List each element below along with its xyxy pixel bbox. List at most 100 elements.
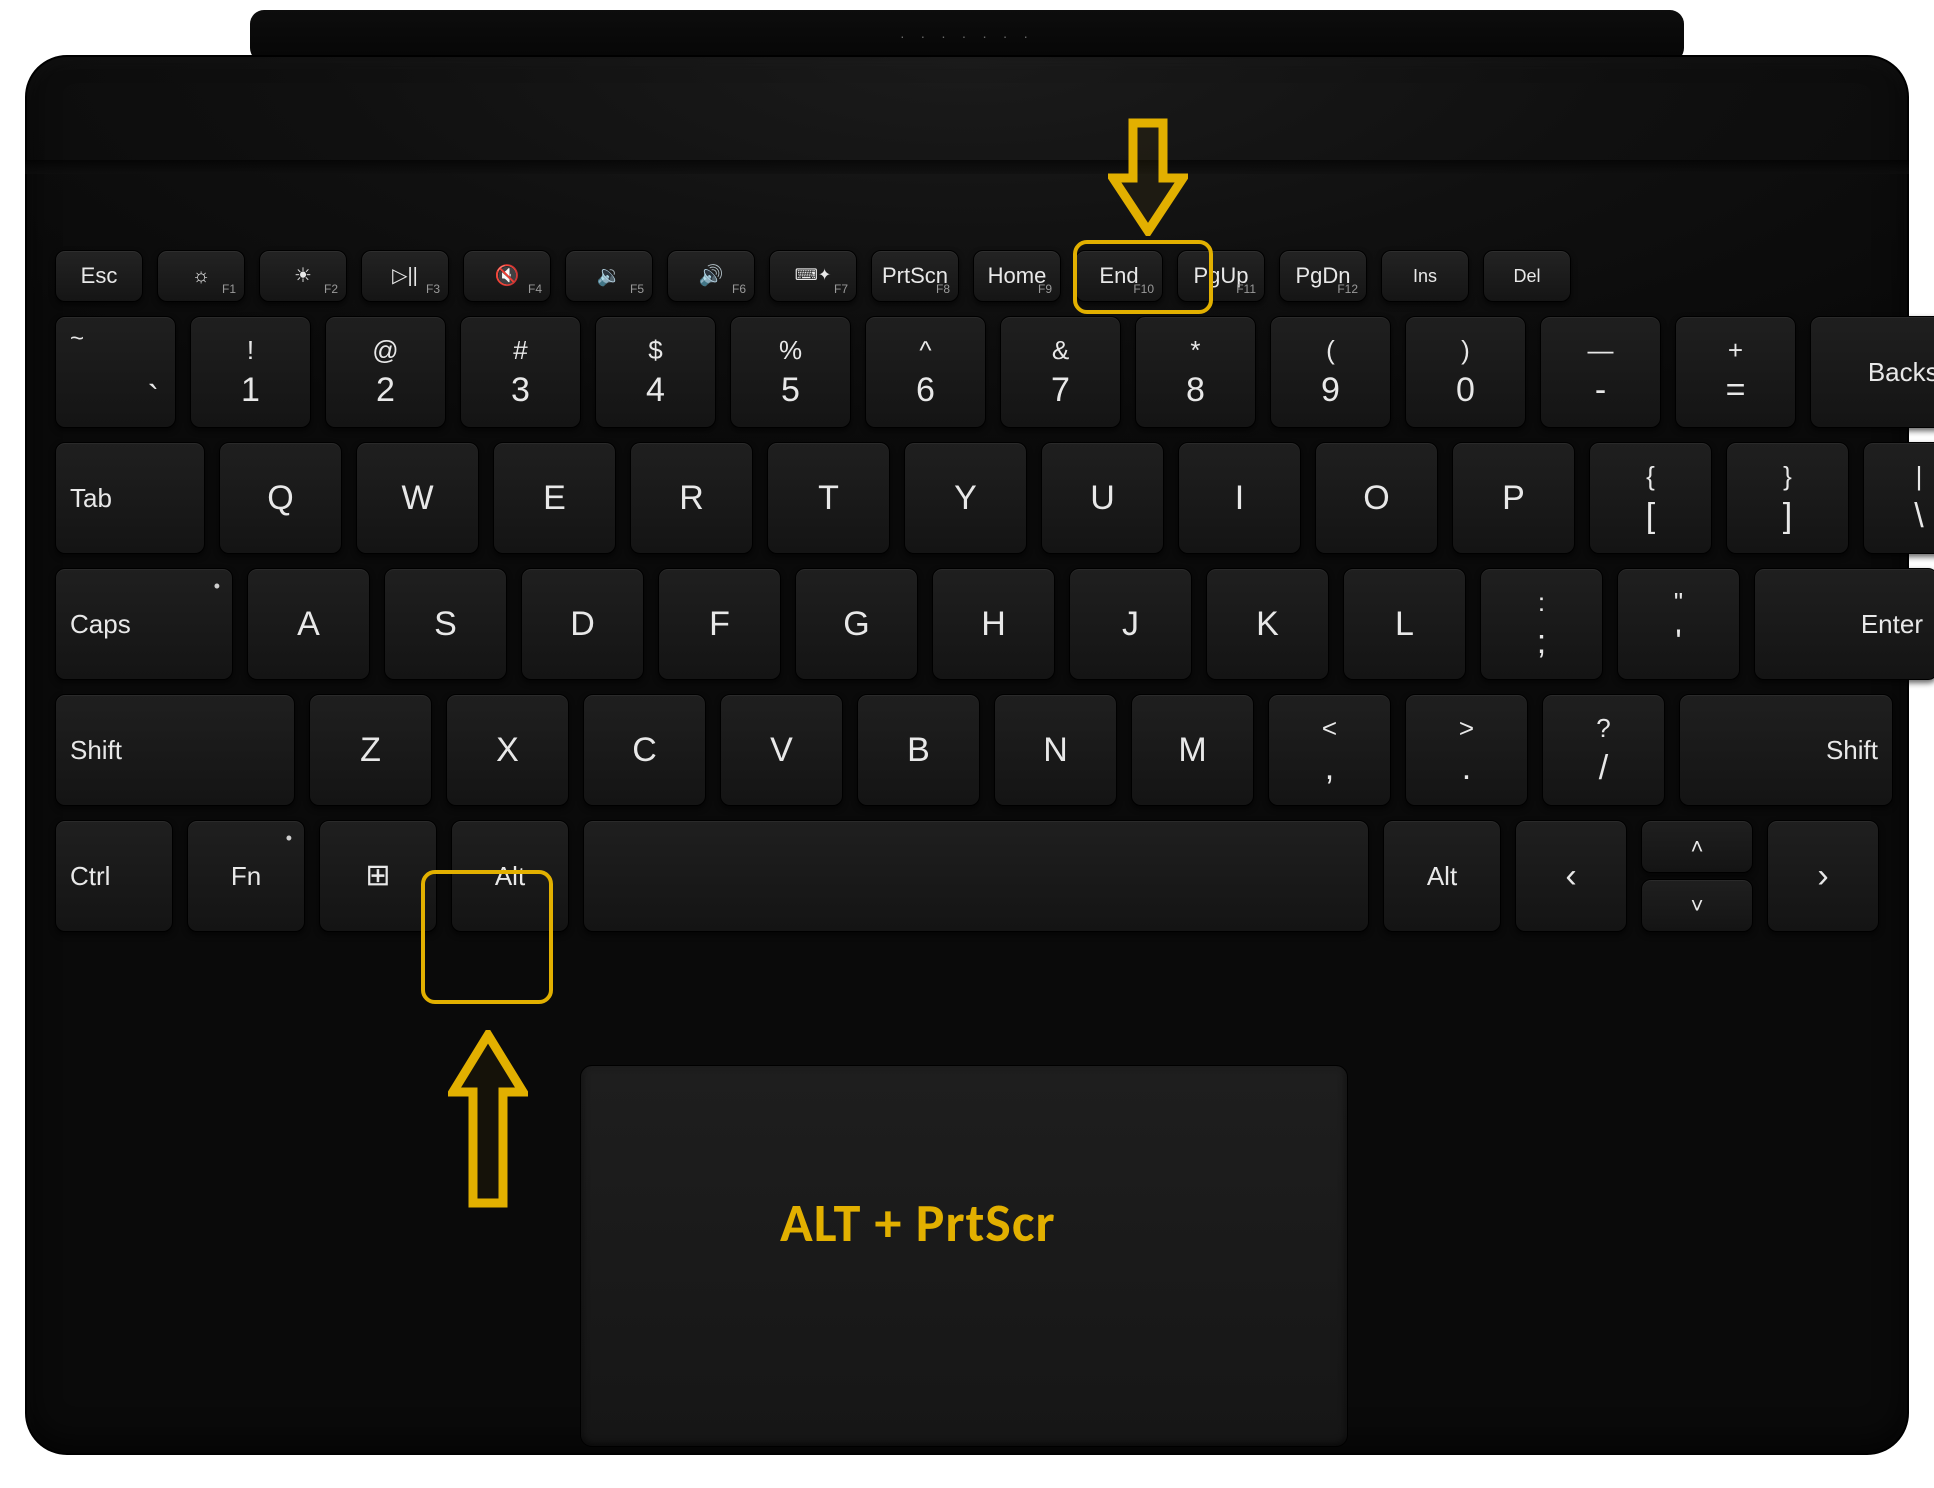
key-brightness-down[interactable]: ☼F1	[157, 250, 245, 302]
chevron-left-icon: ‹	[1565, 859, 1576, 893]
key-fn[interactable]: Fn•	[187, 820, 305, 932]
key-pgup[interactable]: PgUpF11	[1177, 250, 1265, 302]
key-1[interactable]: !1	[190, 316, 311, 428]
key-l[interactable]: L	[1343, 568, 1466, 680]
key-arrow-updown-stack: ˄ ˅	[1641, 820, 1753, 932]
key-alt-left[interactable]: Alt	[451, 820, 569, 932]
key-windows[interactable]: ⊞	[319, 820, 437, 932]
key-y[interactable]: Y	[904, 442, 1027, 554]
key-shift-right[interactable]: Shift	[1679, 694, 1893, 806]
keyboard-hinge-lip	[25, 160, 1909, 174]
key-a[interactable]: A	[247, 568, 370, 680]
key-3[interactable]: #3	[460, 316, 581, 428]
key-f[interactable]: F	[658, 568, 781, 680]
key-shift-left[interactable]: Shift	[55, 694, 295, 806]
key-backlight[interactable]: ⌨✦F7	[769, 250, 857, 302]
key-comma[interactable]: <,	[1268, 694, 1391, 806]
keyboard-keys: Esc ☼F1 ☀F2 ▷||F3 🔇F4 🔉F5 🔊F6 ⌨✦F7 PrtSc…	[55, 250, 1879, 932]
key-ins[interactable]: Ins	[1381, 250, 1469, 302]
key-7[interactable]: &7	[1000, 316, 1121, 428]
key-4[interactable]: $4	[595, 316, 716, 428]
key-brightness-up[interactable]: ☀F2	[259, 250, 347, 302]
key-volume-up[interactable]: 🔊F6	[667, 250, 755, 302]
key-play-pause[interactable]: ▷||F3	[361, 250, 449, 302]
key-end[interactable]: EndF10	[1075, 250, 1163, 302]
key-i[interactable]: I	[1178, 442, 1301, 554]
key-v[interactable]: V	[720, 694, 843, 806]
key-semicolon[interactable]: :;	[1480, 568, 1603, 680]
key-period[interactable]: >.	[1405, 694, 1528, 806]
key-bracket-open[interactable]: {[	[1589, 442, 1712, 554]
play-pause-icon: ▷||	[392, 266, 418, 286]
key-0[interactable]: )0	[1405, 316, 1526, 428]
row-numbers: ~` !1 @2 #3 $4 %5 ^6 &7 *8 (9 )0 —- += B…	[55, 316, 1879, 428]
key-m[interactable]: M	[1131, 694, 1254, 806]
annotation-caption: ALT + PrtScr	[780, 1190, 1056, 1256]
key-r[interactable]: R	[630, 442, 753, 554]
key-9[interactable]: (9	[1270, 316, 1391, 428]
key-backtick[interactable]: ~`	[55, 316, 176, 428]
key-arrow-down[interactable]: ˅	[1641, 879, 1753, 932]
key-6[interactable]: ^6	[865, 316, 986, 428]
key-ctrl[interactable]: Ctrl	[55, 820, 173, 932]
mute-icon: 🔇	[495, 266, 520, 286]
key-equals[interactable]: +=	[1675, 316, 1796, 428]
key-b[interactable]: B	[857, 694, 980, 806]
key-arrow-up[interactable]: ˄	[1641, 820, 1753, 873]
windows-logo-icon: ⊞	[365, 861, 390, 891]
key-w[interactable]: W	[356, 442, 479, 554]
key-s[interactable]: S	[384, 568, 507, 680]
volume-down-icon: 🔉	[597, 266, 622, 286]
key-pgdn[interactable]: PgDnF12	[1279, 250, 1367, 302]
key-e[interactable]: E	[493, 442, 616, 554]
key-enter[interactable]: Enter	[1754, 568, 1934, 680]
key-caps[interactable]: Caps•	[55, 568, 233, 680]
key-k[interactable]: K	[1206, 568, 1329, 680]
key-space[interactable]	[583, 820, 1369, 932]
chevron-up-icon: ˄	[1691, 836, 1704, 858]
key-8[interactable]: *8	[1135, 316, 1256, 428]
key-t[interactable]: T	[767, 442, 890, 554]
volume-up-icon: 🔊	[699, 266, 724, 286]
row-function: Esc ☼F1 ☀F2 ▷||F3 🔇F4 🔉F5 🔊F6 ⌨✦F7 PrtSc…	[55, 250, 1879, 302]
key-del[interactable]: Del	[1483, 250, 1571, 302]
key-h[interactable]: H	[932, 568, 1055, 680]
canvas: · · · · · · · Esc ☼F1 ☀F2 ▷||F3 🔇F4 🔉F5 …	[0, 0, 1934, 1488]
key-2[interactable]: @2	[325, 316, 446, 428]
key-tab[interactable]: Tab	[55, 442, 205, 554]
row-shift: Shift Z X C V B N M <, >. ?/ Shift	[55, 694, 1879, 806]
key-slash[interactable]: ?/	[1542, 694, 1665, 806]
key-arrow-left[interactable]: ‹	[1515, 820, 1627, 932]
key-home[interactable]: HomeF9	[973, 250, 1061, 302]
chevron-down-icon: ˅	[1691, 895, 1704, 917]
key-g[interactable]: G	[795, 568, 918, 680]
key-c[interactable]: C	[583, 694, 706, 806]
key-5[interactable]: %5	[730, 316, 851, 428]
row-home: Caps• A S D F G H J K L :; "' Enter	[55, 568, 1879, 680]
trackpad[interactable]	[580, 1065, 1348, 1447]
key-minus[interactable]: —-	[1540, 316, 1661, 428]
key-backspace[interactable]: Backspace	[1810, 316, 1934, 428]
key-alt-right[interactable]: Alt	[1383, 820, 1501, 932]
key-volume-down[interactable]: 🔉F5	[565, 250, 653, 302]
key-prtscn[interactable]: PrtScnF8	[871, 250, 959, 302]
connector-dots: · · · · · · ·	[900, 28, 1034, 44]
chevron-right-icon: ›	[1817, 859, 1828, 893]
key-quote[interactable]: "'	[1617, 568, 1740, 680]
key-n[interactable]: N	[994, 694, 1117, 806]
key-x[interactable]: X	[446, 694, 569, 806]
key-bracket-close[interactable]: }]	[1726, 442, 1849, 554]
key-z[interactable]: Z	[309, 694, 432, 806]
key-p[interactable]: P	[1452, 442, 1575, 554]
key-mute[interactable]: 🔇F4	[463, 250, 551, 302]
key-j[interactable]: J	[1069, 568, 1192, 680]
key-esc[interactable]: Esc	[55, 250, 143, 302]
key-arrow-right[interactable]: ›	[1767, 820, 1879, 932]
key-backslash[interactable]: |\	[1863, 442, 1934, 554]
key-q[interactable]: Q	[219, 442, 342, 554]
backlight-icon: ⌨✦	[795, 268, 832, 284]
key-d[interactable]: D	[521, 568, 644, 680]
key-o[interactable]: O	[1315, 442, 1438, 554]
row-bottom: Ctrl Fn• ⊞ Alt Alt ‹ ˄ ˅ ›	[55, 820, 1879, 932]
key-u[interactable]: U	[1041, 442, 1164, 554]
